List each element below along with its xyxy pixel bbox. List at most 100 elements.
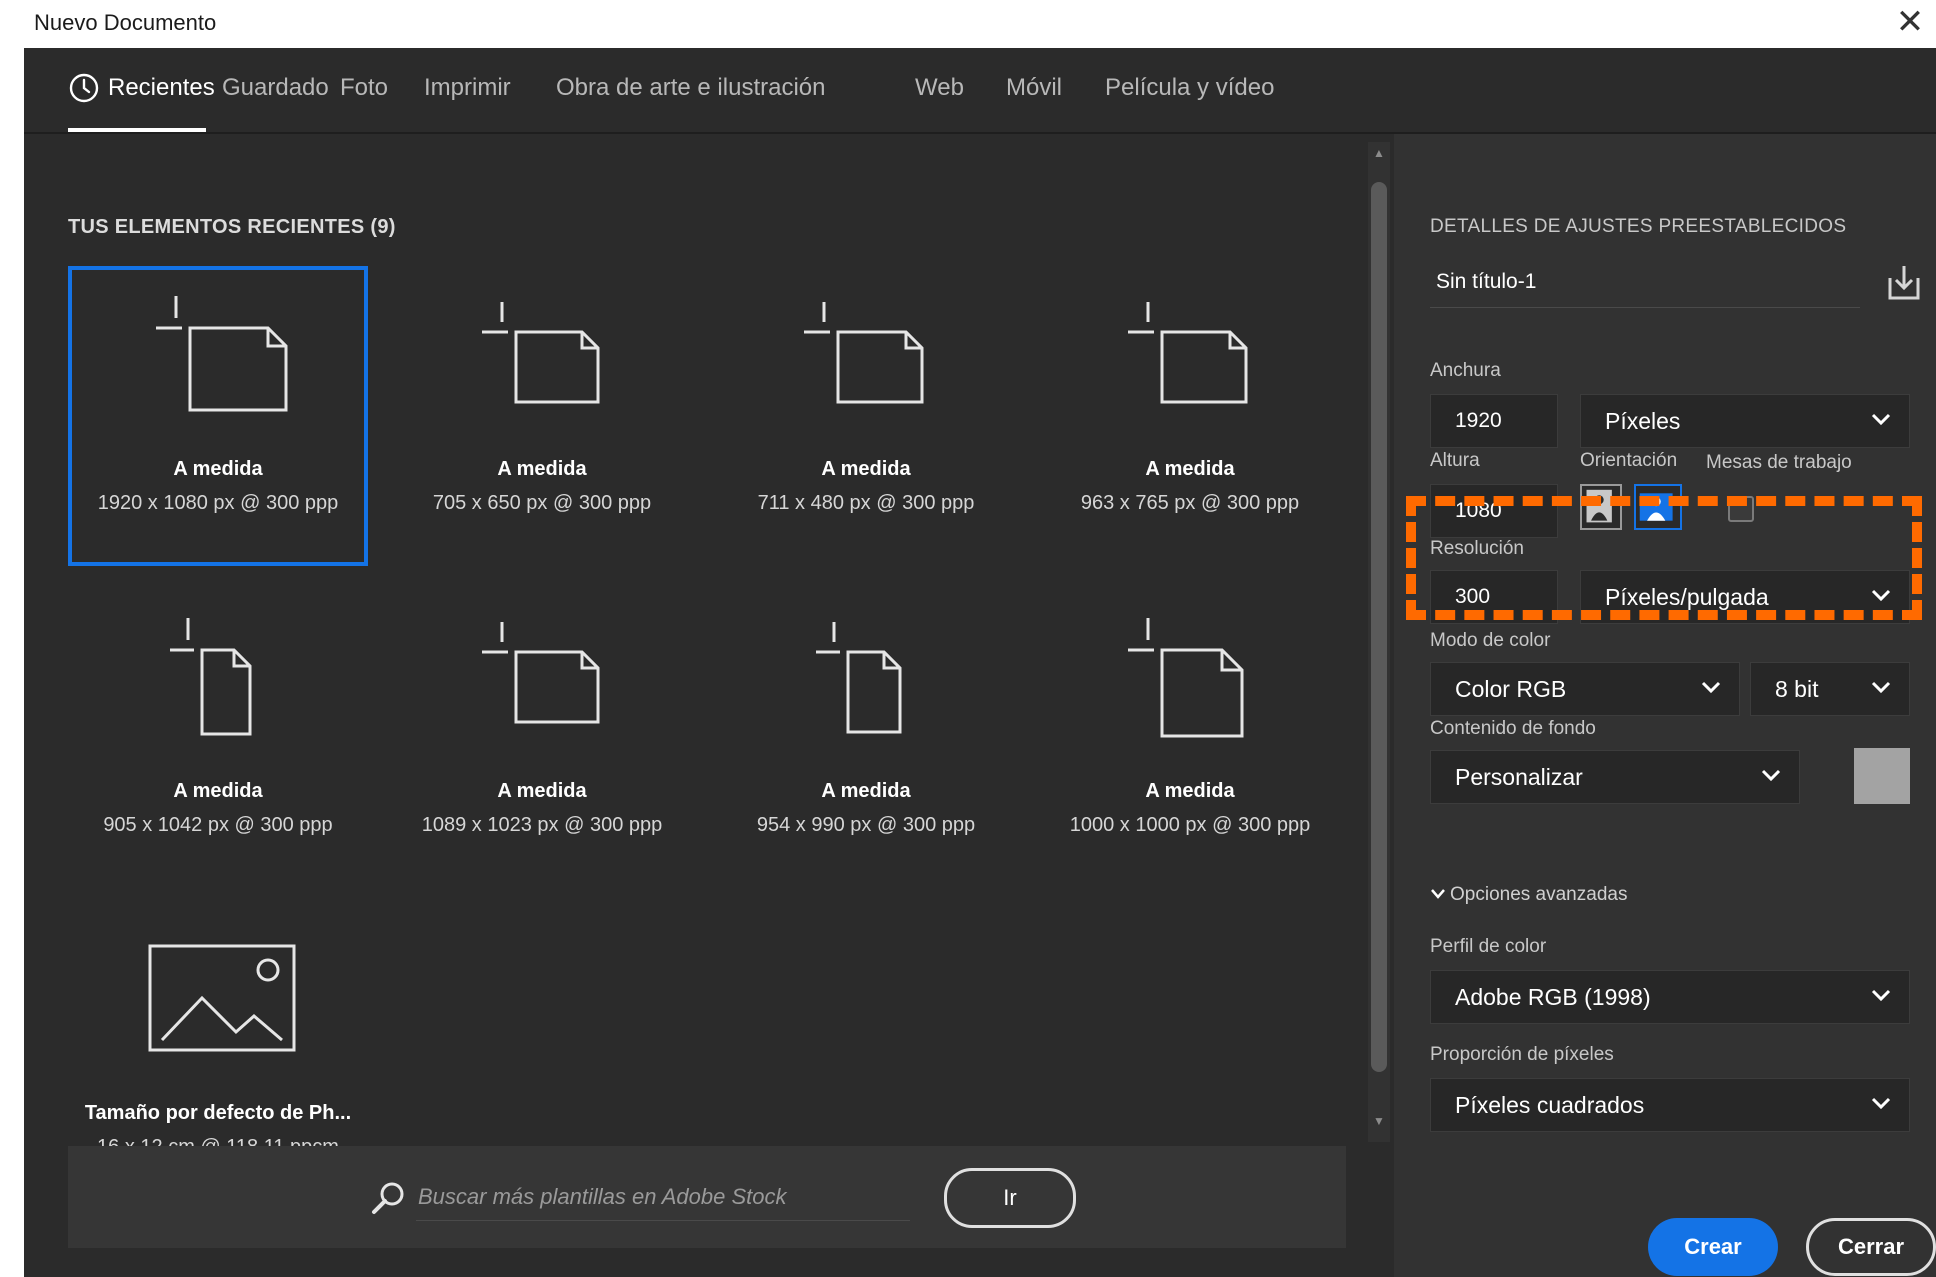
tab-pelicula-video[interactable]: Película y vídeo [1105,74,1274,102]
search-go-button[interactable]: Ir [944,1168,1076,1228]
item-name: A medida [497,780,587,802]
background-value: Personalizar [1455,764,1583,790]
item-name: A medida [821,780,911,802]
tab-movil[interactable]: Móvil [1006,74,1062,102]
item-name: A medida [173,780,263,802]
image-icon [148,944,296,1052]
width-input[interactable]: 1920 [1430,394,1558,448]
square-document-icon [1128,618,1244,738]
tab-imprimir[interactable]: Imprimir [424,74,511,102]
create-button[interactable]: Crear [1648,1218,1778,1276]
new-document-dialog: Recientes Guardado Foto Imprimir Obra de… [24,48,1936,1277]
portrait-document-icon [816,622,902,734]
bit-depth-value: 8 bit [1775,676,1819,702]
recent-scrollbar[interactable]: ▲ ▼ [1368,142,1390,1142]
item-dims: 1920 x 1080 px @ 300 ppp [97,492,339,514]
advanced-options-toggle[interactable]: Opciones avanzadas [1430,884,1627,906]
item-name: Tamaño por defecto de Ph... [84,1102,352,1124]
recent-item[interactable]: A medida 954 x 990 px @ 300 ppp [716,588,1016,888]
document-name-field[interactable]: Sin título-1 [1430,256,1860,308]
landscape-document-icon [156,296,288,412]
landscape-document-icon [804,302,924,404]
item-dims: 905 x 1042 px @ 300 ppp [103,814,333,836]
chevron-down-icon [1871,1097,1891,1110]
landscape-document-icon [1128,302,1248,404]
item-dims: 1000 x 1000 px @ 300 ppp [1069,814,1311,836]
item-dims: 1089 x 1023 px @ 300 ppp [421,814,663,836]
chevron-down-icon [1761,769,1781,782]
item-name: A medida [173,458,263,480]
height-input[interactable]: 1080 [1430,484,1558,538]
active-tab-indicator [68,128,206,132]
scroll-up-arrow[interactable]: ▲ [1371,146,1387,162]
portrait-document-icon [170,618,252,736]
stock-search-bar: Ir [68,1146,1346,1248]
tab-web[interactable]: Web [915,74,964,102]
advanced-options-label: Opciones avanzadas [1450,884,1628,905]
recent-item[interactable]: A medida 1089 x 1023 px @ 300 ppp [392,588,692,888]
background-select[interactable]: Personalizar [1430,750,1800,804]
pixel-ratio-select[interactable]: Píxeles cuadrados [1430,1078,1910,1132]
preset-details-pane: DETALLES DE AJUSTES PREESTABLECIDOS Sin … [1394,134,1936,1277]
search-icon [372,1182,404,1214]
item-dims: 954 x 990 px @ 300 ppp [756,814,976,836]
bit-depth-select[interactable]: 8 bit [1750,662,1910,716]
portrait-orientation-button[interactable] [1580,484,1622,530]
landscape-orientation-button[interactable] [1634,484,1682,530]
tab-obra-de-arte[interactable]: Obra de arte e ilustración [556,74,825,102]
close-icon[interactable]: ✕ [1892,4,1928,40]
pixel-ratio-value: Píxeles cuadrados [1455,1092,1645,1118]
item-name: A medida [1145,458,1235,480]
recent-item[interactable]: A medida 905 x 1042 px @ 300 ppp [68,588,368,888]
height-label: Altura [1430,450,1480,471]
stock-search-input[interactable] [416,1174,910,1221]
color-mode-value: Color RGB [1455,676,1567,702]
save-preset-icon[interactable] [1882,260,1926,304]
scroll-down-arrow[interactable]: ▼ [1371,1114,1387,1130]
recent-section-title: TUS ELEMENTOS RECIENTES (9) [68,216,396,238]
category-tabs: Recientes Guardado Foto Imprimir Obra de… [24,48,1936,134]
item-name: A medida [821,458,911,480]
resolution-unit-select[interactable]: Píxeles/pulgada [1580,570,1910,624]
recent-item[interactable]: A medida 1920 x 1080 px @ 300 ppp [68,266,368,566]
tab-recientes[interactable]: Recientes [108,74,215,102]
color-mode-label: Modo de color [1430,630,1551,651]
pixel-ratio-label: Proporción de píxeles [1430,1044,1614,1065]
preset-details-title: DETALLES DE AJUSTES PREESTABLECIDOS [1430,216,1847,237]
color-profile-label: Perfil de color [1430,936,1547,957]
color-profile-select[interactable]: Adobe RGB (1998) [1430,970,1910,1024]
background-color-swatch[interactable] [1854,748,1910,804]
width-label: Anchura [1430,360,1501,381]
resolution-input[interactable]: 300 [1430,570,1558,624]
background-label: Contenido de fondo [1430,718,1596,739]
chevron-down-icon [1701,681,1721,694]
clock-icon [69,73,99,103]
chevron-down-icon [1871,413,1891,426]
chevron-down-icon [1431,889,1445,899]
orientation-label: Orientación [1580,450,1678,471]
landscape-document-icon [482,302,600,404]
item-name: A medida [1145,780,1235,802]
recent-item[interactable]: A medida 1000 x 1000 px @ 300 ppp [1040,588,1340,888]
resolution-unit-value: Píxeles/pulgada [1605,584,1769,610]
item-dims: 963 x 765 px @ 300 ppp [1080,492,1300,514]
recent-item[interactable]: A medida 711 x 480 px @ 300 ppp [716,266,1016,566]
color-mode-select[interactable]: Color RGB [1430,662,1740,716]
tab-guardado[interactable]: Guardado [222,74,329,102]
window-titlebar: Nuevo Documento ✕ [0,0,1936,48]
landscape-orientation-icon [1639,493,1673,521]
chevron-down-icon [1871,989,1891,1002]
recent-item[interactable]: A medida 963 x 765 px @ 300 ppp [1040,266,1340,566]
artboards-checkbox[interactable] [1728,496,1754,522]
scroll-thumb[interactable] [1371,182,1387,1072]
close-button[interactable]: Cerrar [1806,1218,1936,1276]
recent-item[interactable]: A medida 705 x 650 px @ 300 ppp [392,266,692,566]
item-name: A medida [497,458,587,480]
item-dims: 705 x 650 px @ 300 ppp [432,492,652,514]
artboards-label: Mesas de trabajo [1706,452,1852,473]
color-profile-value: Adobe RGB (1998) [1455,984,1651,1010]
window-title: Nuevo Documento [34,10,217,35]
resolution-label: Resolución [1430,538,1524,559]
tab-foto[interactable]: Foto [340,74,388,102]
width-unit-select[interactable]: Píxeles [1580,394,1910,448]
